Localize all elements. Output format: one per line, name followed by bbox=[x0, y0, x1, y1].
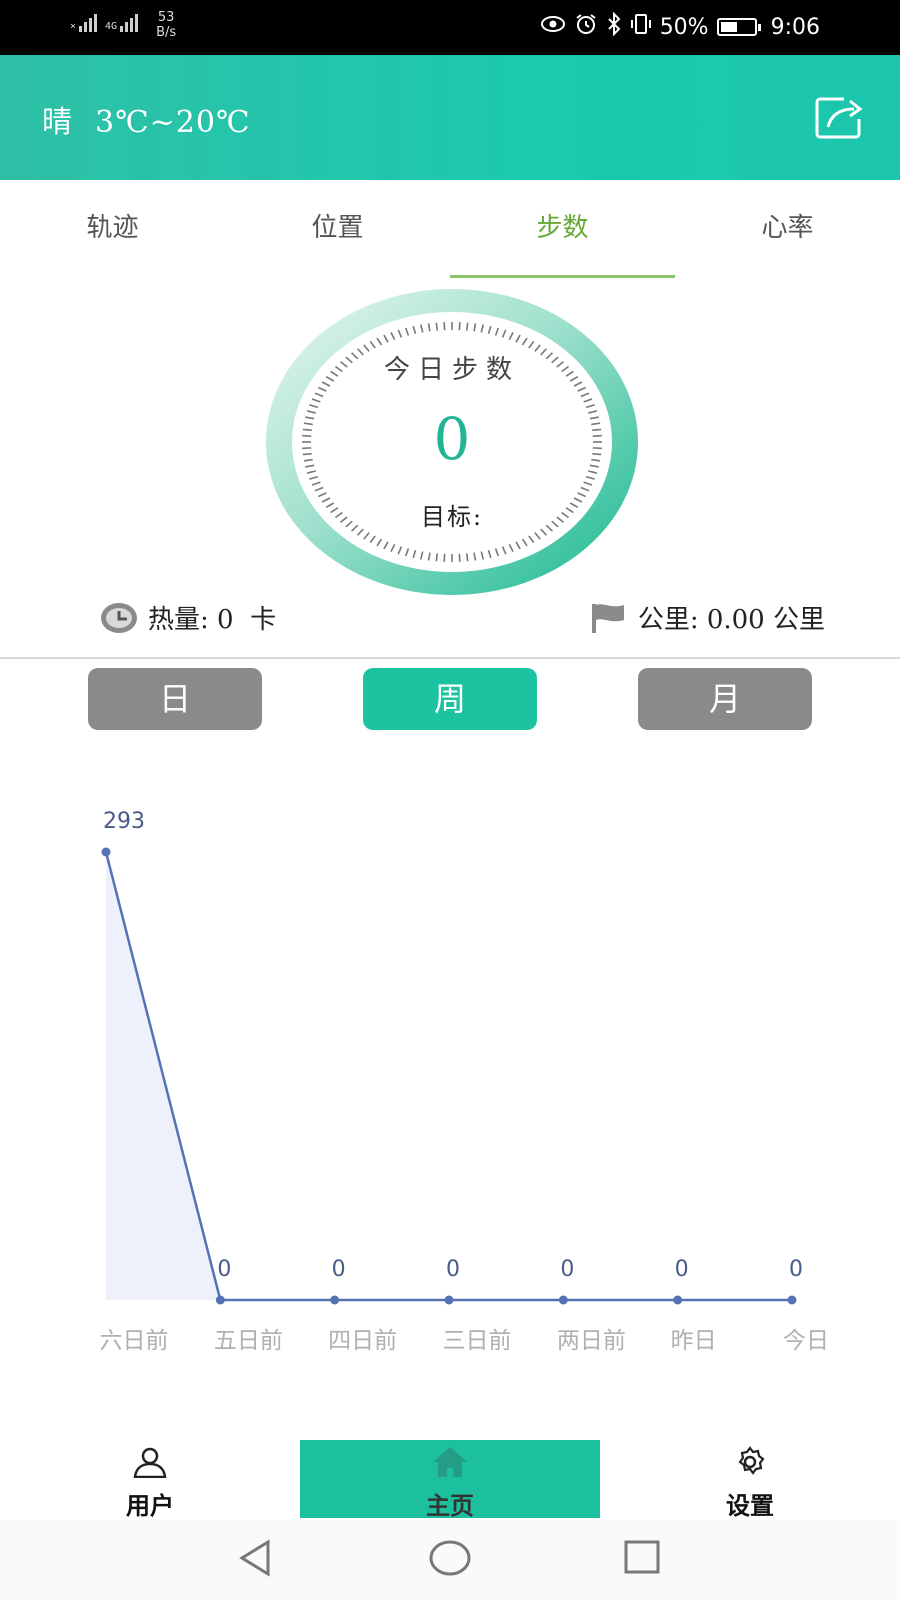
status-right: 50% 9:06 bbox=[540, 11, 820, 42]
gear-icon bbox=[738, 1446, 765, 1475]
steps-line-chart: 293 六日前 0 五日前 0 四日前 0 三日前 0 两日前 0 昨日 0 今日 bbox=[100, 809, 830, 1354]
data-label: 0 bbox=[789, 1257, 803, 1282]
data-point bbox=[558, 1295, 568, 1305]
back-triangle-icon[interactable] bbox=[236, 1538, 276, 1578]
sim1-label: × bbox=[70, 21, 77, 32]
distance-stat: 公里: 0.00 公里 bbox=[590, 599, 825, 636]
status-left: × 4G 53 B/s bbox=[70, 10, 176, 40]
dial-tick bbox=[435, 322, 439, 331]
sim1-signal: × bbox=[70, 10, 98, 32]
tab-bar: 轨迹 位置 步数 心率 bbox=[0, 180, 900, 280]
nav-settings-label: 设置 bbox=[726, 1492, 774, 1520]
net-speed: 53 B/s bbox=[156, 10, 176, 40]
calories-text: 热量: 0 卡 bbox=[148, 605, 277, 635]
nav-user[interactable]: 用户 bbox=[90, 1446, 210, 1526]
data-point bbox=[101, 847, 111, 857]
eye-icon bbox=[540, 14, 566, 40]
dial-tick bbox=[435, 553, 439, 562]
x-tick-label: 五日前 bbox=[214, 1328, 283, 1354]
sim2-label: 4G bbox=[105, 21, 118, 32]
clock-icon bbox=[101, 602, 137, 633]
data-label: 0 bbox=[217, 1257, 231, 1282]
battery-percent: 50% bbox=[659, 14, 709, 40]
period-day-button[interactable]: 日 bbox=[88, 668, 262, 730]
data-point bbox=[215, 1295, 225, 1305]
goal-label: 目标: bbox=[420, 503, 484, 531]
status-bar: × 4G 53 B/s 50% 9:06 bbox=[0, 0, 900, 55]
signal-bars-icon bbox=[120, 10, 139, 32]
data-point bbox=[444, 1295, 454, 1305]
data-point bbox=[673, 1295, 683, 1305]
share-icon bbox=[815, 97, 863, 139]
bluetooth-icon bbox=[606, 11, 622, 42]
weather-condition: 晴 bbox=[42, 105, 73, 140]
battery-icon bbox=[716, 18, 761, 36]
data-label: 0 bbox=[332, 1257, 346, 1282]
nav-home-label: 主页 bbox=[426, 1492, 474, 1520]
x-tick-label: 四日前 bbox=[328, 1328, 397, 1354]
dial-title: 今日步数 bbox=[383, 355, 520, 385]
net-speed-value: 53 bbox=[157, 10, 175, 25]
flag-icon bbox=[591, 603, 624, 633]
divider bbox=[0, 657, 900, 659]
tab-location[interactable]: 位置 bbox=[225, 180, 450, 280]
nav-user-label: 用户 bbox=[126, 1492, 174, 1520]
nav-home[interactable]: 主页 bbox=[300, 1440, 600, 1520]
dial-tick bbox=[465, 553, 469, 562]
data-label: 0 bbox=[560, 1257, 574, 1282]
net-speed-unit: B/s bbox=[156, 25, 177, 40]
step-count: 0 bbox=[433, 405, 471, 473]
data-label: 293 bbox=[103, 809, 145, 834]
x-tick-label: 六日前 bbox=[100, 1328, 169, 1354]
period-week-button[interactable]: 周 bbox=[363, 668, 537, 730]
tab-track[interactable]: 轨迹 bbox=[0, 180, 225, 280]
system-nav-bar bbox=[0, 1520, 900, 1600]
temperature-range: 3℃~20℃ bbox=[95, 105, 251, 140]
data-label: 0 bbox=[675, 1257, 689, 1282]
step-dial: 今日步数 0 目标: bbox=[264, 287, 640, 597]
tab-steps[interactable]: 步数 bbox=[450, 180, 675, 280]
clock-time: 9:06 bbox=[770, 14, 820, 40]
series-line bbox=[104, 851, 792, 1302]
recents-square-icon[interactable] bbox=[622, 1538, 662, 1578]
data-point bbox=[787, 1295, 797, 1305]
x-tick-label: 三日前 bbox=[443, 1328, 512, 1354]
home-icon bbox=[433, 1447, 467, 1477]
x-tick-label: 今日 bbox=[783, 1328, 829, 1354]
x-tick-label: 两日前 bbox=[557, 1328, 626, 1354]
calories-stat: 热量: 0 卡 bbox=[100, 599, 276, 636]
user-icon bbox=[133, 1447, 167, 1479]
nav-settings[interactable]: 设置 bbox=[690, 1446, 810, 1526]
data-label: 0 bbox=[446, 1257, 460, 1282]
vibrate-icon bbox=[630, 12, 652, 42]
dial-tick bbox=[465, 322, 469, 331]
share-button[interactable] bbox=[814, 95, 864, 139]
home-circle-icon[interactable] bbox=[428, 1538, 472, 1578]
header: 晴 3℃~20℃ bbox=[0, 55, 900, 180]
alarm-icon bbox=[574, 12, 598, 42]
period-month-button[interactable]: 月 bbox=[638, 668, 812, 730]
x-tick-label: 昨日 bbox=[671, 1328, 717, 1354]
stats-row: 热量: 0 卡 公里: 0.00 公里 bbox=[0, 595, 900, 655]
sim2-signal: 4G bbox=[105, 10, 139, 32]
distance-text: 公里: 0.00 公里 bbox=[637, 605, 825, 635]
weather-summary: 晴 3℃~20℃ bbox=[42, 97, 251, 141]
data-point bbox=[330, 1295, 340, 1305]
series-area bbox=[106, 852, 792, 1300]
tab-heart-rate[interactable]: 心率 bbox=[675, 180, 900, 280]
signal-bars-icon bbox=[79, 10, 98, 32]
bottom-nav: 用户 主页 设置 bbox=[0, 1440, 900, 1520]
